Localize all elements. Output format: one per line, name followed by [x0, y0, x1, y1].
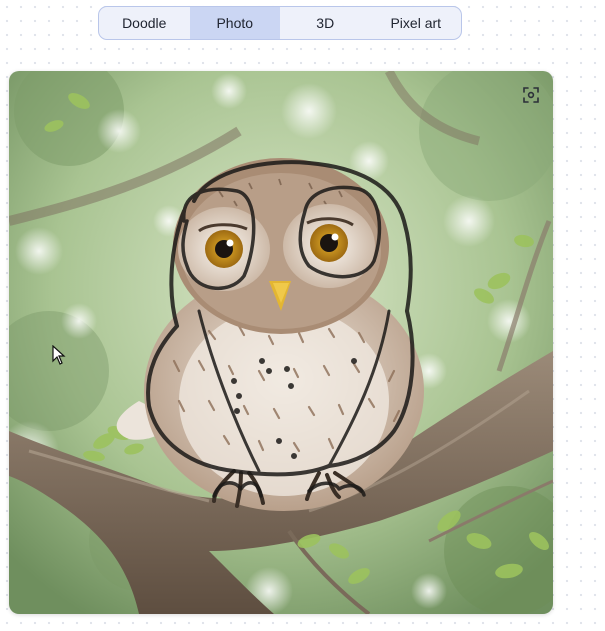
- style-option-pixel-art[interactable]: Pixel art: [371, 7, 462, 39]
- mouse-cursor-icon: [52, 344, 66, 365]
- style-option-photo[interactable]: Photo: [189, 7, 280, 39]
- style-option-3d[interactable]: 3D: [280, 7, 371, 39]
- generated-image-canvas[interactable]: [9, 71, 553, 614]
- expand-icon[interactable]: [521, 85, 541, 105]
- style-option-doodle[interactable]: Doodle: [99, 7, 190, 39]
- owl-photo: [9, 71, 553, 614]
- style-segmented-control: Doodle Photo 3D Pixel art: [98, 6, 462, 40]
